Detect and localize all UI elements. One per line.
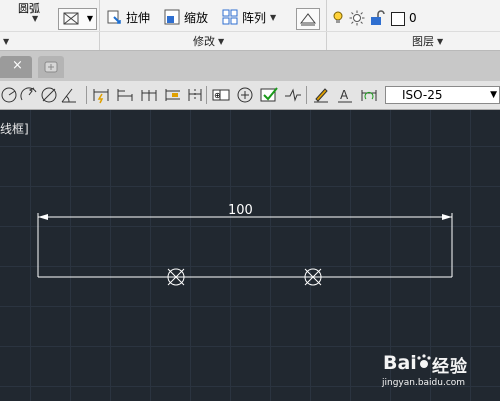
svg-text:A: A xyxy=(340,88,349,102)
scale-label: 缩放 xyxy=(184,10,209,25)
close-tab-icon[interactable]: × xyxy=(12,58,23,73)
layers-panel-text: 图层 xyxy=(412,35,434,48)
dim-break-icon[interactable] xyxy=(186,86,204,104)
dimension-text[interactable]: 100 xyxy=(228,203,253,218)
layers-panel-label[interactable]: 图层 ▼ xyxy=(412,33,443,49)
stretch-button[interactable]: 拉伸 xyxy=(106,8,150,26)
jogged-linear-icon[interactable] xyxy=(284,86,302,104)
scale-icon xyxy=(164,9,180,25)
rectangle-dropdown-icon[interactable]: ▼ xyxy=(84,8,97,30)
baidu-logo-icon: Bai xyxy=(383,352,431,374)
modify-panel-text: 修改 xyxy=(193,35,215,48)
inspect-icon[interactable] xyxy=(260,86,278,104)
stretch-label: 拉伸 xyxy=(126,10,151,25)
dim-continue-icon[interactable] xyxy=(140,86,158,104)
array-icon xyxy=(222,9,238,25)
dim-diameter-icon[interactable] xyxy=(40,86,58,104)
dim-jogged-icon[interactable] xyxy=(20,86,38,104)
dim-update-icon[interactable] xyxy=(360,86,378,104)
array-label: 阵列 xyxy=(242,10,267,25)
watermark-url: jingyan.baidu.com xyxy=(382,378,466,388)
lightbulb-icon[interactable] xyxy=(332,11,344,25)
dim-text-edit-icon[interactable]: A xyxy=(336,86,354,104)
dim-style-dropdown-icon: ▼ xyxy=(490,90,497,100)
dim-quick-icon[interactable] xyxy=(92,86,110,104)
layers-panel-dropdown-icon: ▼ xyxy=(437,36,444,46)
layer-properties-icon xyxy=(299,13,317,26)
watermark-brand: 经验 xyxy=(432,357,468,377)
dim-space-icon[interactable] xyxy=(164,86,182,104)
drawing-tab[interactable]: × xyxy=(0,56,32,78)
dim-radius-icon[interactable] xyxy=(0,86,18,104)
svg-text:Bai: Bai xyxy=(383,352,417,374)
viewport-visual-style-label[interactable]: 线框] xyxy=(0,120,29,137)
new-tab-icon xyxy=(44,61,58,73)
svg-text:⊕: ⊕ xyxy=(214,91,221,100)
stretch-icon xyxy=(107,10,121,24)
array-button[interactable]: 阵列 ▼ xyxy=(222,8,276,26)
layer-color-swatch[interactable] xyxy=(391,12,405,26)
modify-panel-label[interactable]: 修改 ▼ xyxy=(193,33,224,49)
rectangle-tool-icon[interactable] xyxy=(58,8,86,30)
array-dropdown-icon[interactable]: ▼ xyxy=(270,13,276,22)
sun-icon[interactable] xyxy=(349,10,365,26)
unlock-icon[interactable] xyxy=(369,10,385,26)
dim-style-dropdown[interactable]: ISO-25 ▼ xyxy=(385,86,500,104)
new-tab-button[interactable] xyxy=(38,56,64,78)
document-tab-strip: × xyxy=(0,51,500,81)
ribbon: 圆弧 ▼ ▼ 拉伸 缩放 阵列 ▼ 0 ▼ 修改 ▼ 图层 ▼ xyxy=(0,0,500,51)
tolerance-icon[interactable]: ⊕ xyxy=(212,86,230,104)
dim-style-value: ISO-25 xyxy=(402,88,443,102)
modify-panel-dropdown-icon: ▼ xyxy=(218,36,225,46)
dim-baseline-icon[interactable] xyxy=(116,86,134,104)
draw-panel-expander-icon[interactable]: ▼ xyxy=(3,37,9,46)
arc-dropdown-icon[interactable]: ▼ xyxy=(32,14,38,23)
dim-angular-icon[interactable] xyxy=(60,86,78,104)
center-mark-icon[interactable] xyxy=(236,86,254,104)
layer-properties-button[interactable] xyxy=(296,8,320,30)
scale-button[interactable]: 缩放 xyxy=(164,8,208,26)
dim-edit-icon[interactable] xyxy=(312,86,330,104)
layer-name[interactable]: 0 xyxy=(409,11,417,25)
